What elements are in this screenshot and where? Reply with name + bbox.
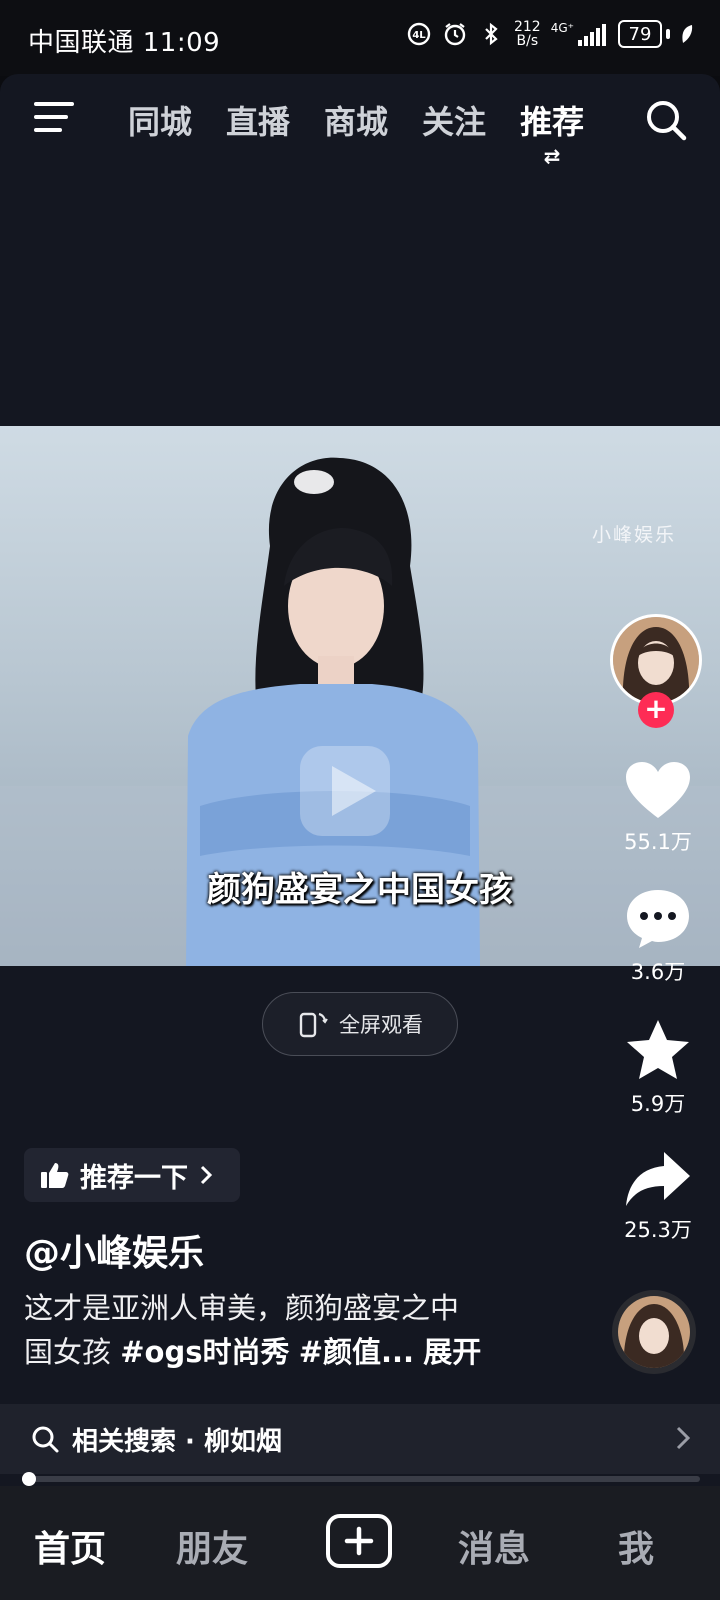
search-icon: [32, 1426, 59, 1453]
tab-live[interactable]: 直播: [226, 94, 290, 150]
like-button[interactable]: 55.1万: [608, 760, 708, 856]
star-icon: [627, 1020, 689, 1079]
favorite-button[interactable]: 5.9万: [608, 1018, 708, 1118]
tab-recommend[interactable]: 推荐 ⇄: [520, 94, 585, 166]
hashtag-ogs[interactable]: #ogs时尚秀: [120, 1335, 289, 1369]
status-icons: 4L 212 B/s 4G⁺ 79: [406, 20, 694, 48]
like-count: 55.1万: [624, 830, 692, 854]
author-name[interactable]: @小峰娱乐: [24, 1224, 204, 1276]
desc-line-1: 这才是亚洲人审美，颜狗盛宴之中: [24, 1291, 460, 1325]
fullscreen-button[interactable]: 全屏观看: [262, 992, 458, 1056]
tab-mall[interactable]: 商城: [324, 94, 388, 150]
thumbs-up-icon: [41, 1163, 69, 1188]
related-search-bar[interactable]: 相关搜索 · 柳如烟: [0, 1404, 720, 1474]
menu-button[interactable]: [34, 100, 76, 134]
top-nav: 同城 直播 商城 关注 推荐 ⇄: [0, 74, 720, 170]
comment-icon: [627, 890, 689, 948]
rotate-screen-icon: [299, 1012, 328, 1038]
hd-call-icon: 4L: [407, 22, 431, 46]
bluetooth-icon: [485, 22, 498, 46]
expand-link[interactable]: 展开: [423, 1335, 481, 1369]
plus-icon: [344, 1526, 374, 1556]
app-container: 同城 直播 商城 关注 推荐 ⇄ 小峰娱乐 颜狗盛宴之中国女孩 全屏观看 + 5…: [0, 74, 720, 1600]
search-icon[interactable]: [644, 98, 688, 142]
status-bar: 中国联通 11:09 4L 212 B/s 4G⁺ 79: [0, 0, 720, 76]
share-count: 25.3万: [624, 1218, 692, 1242]
nav-me[interactable]: 我: [618, 1520, 654, 1572]
comment-button[interactable]: 3.6万: [608, 888, 708, 986]
music-disc[interactable]: [612, 1290, 696, 1374]
chevron-right-icon: [676, 1426, 691, 1450]
heart-icon: [626, 762, 690, 818]
nav-home[interactable]: 首页: [34, 1520, 106, 1572]
recommend-label: 推荐一下: [80, 1162, 188, 1194]
tab-nearby[interactable]: 同城: [128, 94, 192, 150]
share-icon: [626, 1152, 690, 1206]
bottom-nav: 首页 朋友 消息 我: [0, 1486, 720, 1600]
progress-handle[interactable]: [22, 1472, 36, 1486]
nav-messages[interactable]: 消息: [458, 1520, 530, 1572]
desc-line-2: 国女孩 #ogs时尚秀 #颜值... 展开: [24, 1335, 482, 1369]
battery-indicator: 79: [618, 20, 670, 48]
tab-following[interactable]: 关注: [422, 94, 486, 150]
video-player[interactable]: 小峰娱乐 颜狗盛宴之中国女孩: [0, 426, 720, 966]
share-button[interactable]: 25.3万: [608, 1150, 708, 1244]
carrier-time: 中国联通 11:09: [28, 28, 221, 58]
net-speed: 212 B/s: [513, 19, 541, 49]
fullscreen-label: 全屏观看: [339, 1013, 423, 1037]
signal-icon: 4G⁺: [551, 22, 608, 46]
video-progress-bar[interactable]: [22, 1472, 700, 1486]
leaf-icon: [682, 25, 693, 43]
follow-button[interactable]: +: [638, 692, 674, 728]
swap-icon: ⇄: [543, 144, 561, 168]
related-search-label: 相关搜索 · 柳如烟: [72, 1426, 282, 1457]
hashtag-yanzhi[interactable]: #颜值...: [299, 1335, 414, 1369]
nav-friends[interactable]: 朋友: [176, 1520, 248, 1572]
comment-count: 3.6万: [630, 960, 686, 984]
svg-text:4L: 4L: [412, 30, 426, 41]
recommend-pill[interactable]: 推荐一下: [24, 1148, 240, 1202]
favorite-count: 5.9万: [630, 1092, 686, 1116]
alarm-icon: [444, 23, 466, 46]
chevron-right-icon: [200, 1165, 213, 1185]
tab-recommend-label: 推荐: [520, 103, 585, 141]
post-description: 这才是亚洲人审美，颜狗盛宴之中 国女孩 #ogs时尚秀 #颜值... 展开: [24, 1286, 544, 1374]
video-watermark: 小峰娱乐: [591, 524, 676, 546]
create-post-button[interactable]: [326, 1514, 392, 1568]
top-tabs: 同城 直播 商城 关注 推荐 ⇄: [128, 94, 585, 166]
